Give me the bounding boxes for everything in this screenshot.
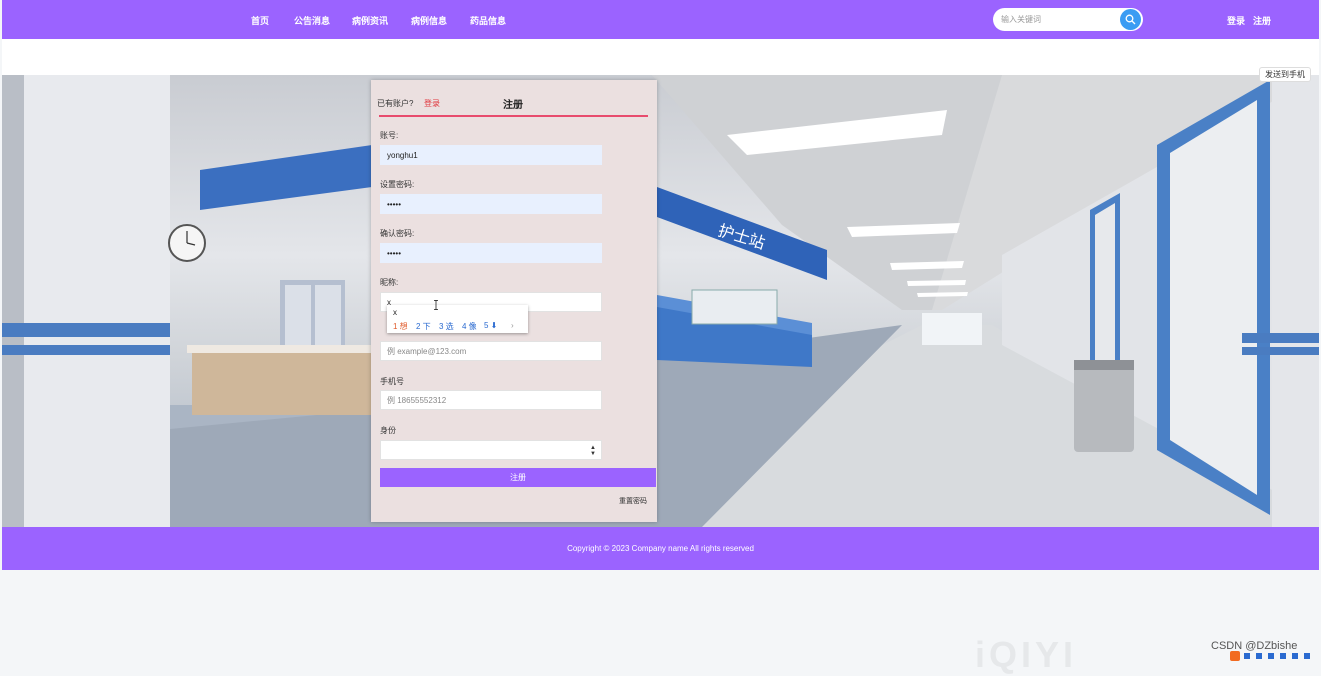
hospital-corridor-image: 护士站 — [2, 75, 1319, 527]
register-submit-button[interactable]: 注册 — [380, 468, 656, 487]
register-link[interactable]: 注册 — [1253, 14, 1271, 27]
footer: Copyright © 2023 Company name All rights… — [2, 527, 1319, 570]
send-to-phone-button[interactable]: 发送到手机 — [1259, 67, 1311, 82]
password-input[interactable] — [380, 194, 602, 214]
confirm-password-input[interactable] — [380, 243, 602, 263]
have-account-text: 已有账户? — [377, 99, 414, 108]
ime-candidate[interactable]: 1 想 — [393, 321, 408, 332]
reset-password-link[interactable]: 重置密码 — [619, 496, 647, 506]
ime-candidate[interactable]: 4 像 — [462, 321, 477, 332]
account-input[interactable] — [380, 145, 602, 165]
ime-pinyin: x — [393, 308, 397, 317]
ime-candidate[interactable]: 3 选 — [439, 321, 454, 332]
register-form: 已有账户? 登录 注册 账号: 设置密码: 确认密码: 昵称: 手机号 身份 ▲… — [371, 80, 657, 522]
login-link[interactable]: 登录 — [1227, 14, 1245, 27]
header-spacer — [2, 39, 1319, 75]
hero-background: 护士站 — [2, 75, 1319, 527]
search-icon — [1125, 14, 1136, 25]
select-arrows-icon: ▲ ▼ — [590, 445, 596, 457]
email-input[interactable] — [380, 341, 602, 361]
search-box — [993, 8, 1143, 31]
form-header-divider — [379, 115, 648, 117]
nav-case-news[interactable]: 病例资讯 — [352, 14, 388, 27]
ime-candidate[interactable]: 5 ⬇ — [484, 321, 497, 330]
form-header: 已有账户? 登录 注册 — [371, 80, 657, 117]
nav-announcements[interactable]: 公告消息 — [294, 14, 330, 27]
phone-input[interactable] — [380, 390, 602, 410]
ime-candidate-popup: x 1 想 2 下 3 选 4 像 5 ⬇ › — [387, 305, 528, 333]
confirm-password-label: 确认密码: — [380, 229, 415, 238]
search-button[interactable] — [1120, 9, 1141, 30]
search-input[interactable] — [1001, 12, 1111, 27]
text-cursor-icon — [434, 300, 438, 310]
phone-label: 手机号 — [380, 377, 404, 386]
nav-home[interactable]: 首页 — [251, 14, 269, 27]
account-label: 账号: — [380, 131, 399, 140]
ime-next-page-icon[interactable]: › — [511, 321, 514, 330]
password-label: 设置密码: — [380, 180, 415, 189]
iqiyi-watermark-logo: iQIYI — [975, 634, 1078, 675]
form-login-link[interactable]: 登录 — [424, 98, 440, 109]
nickname-label: 昵称: — [380, 278, 399, 287]
form-title: 注册 — [503, 100, 523, 111]
top-nav: 首页 公告消息 病例资讯 病例信息 药品信息 登录 注册 — [2, 0, 1319, 39]
ime-candidate[interactable]: 2 下 — [416, 321, 431, 332]
identity-select[interactable]: ▲ ▼ — [380, 440, 602, 460]
identity-label: 身份 — [380, 426, 396, 435]
nav-case-info[interactable]: 病例信息 — [411, 14, 447, 27]
nav-medicine-info[interactable]: 药品信息 — [470, 14, 506, 27]
ime-toolbar-icon — [1230, 651, 1310, 661]
copyright-text: Copyright © 2023 Company name All rights… — [567, 544, 754, 553]
